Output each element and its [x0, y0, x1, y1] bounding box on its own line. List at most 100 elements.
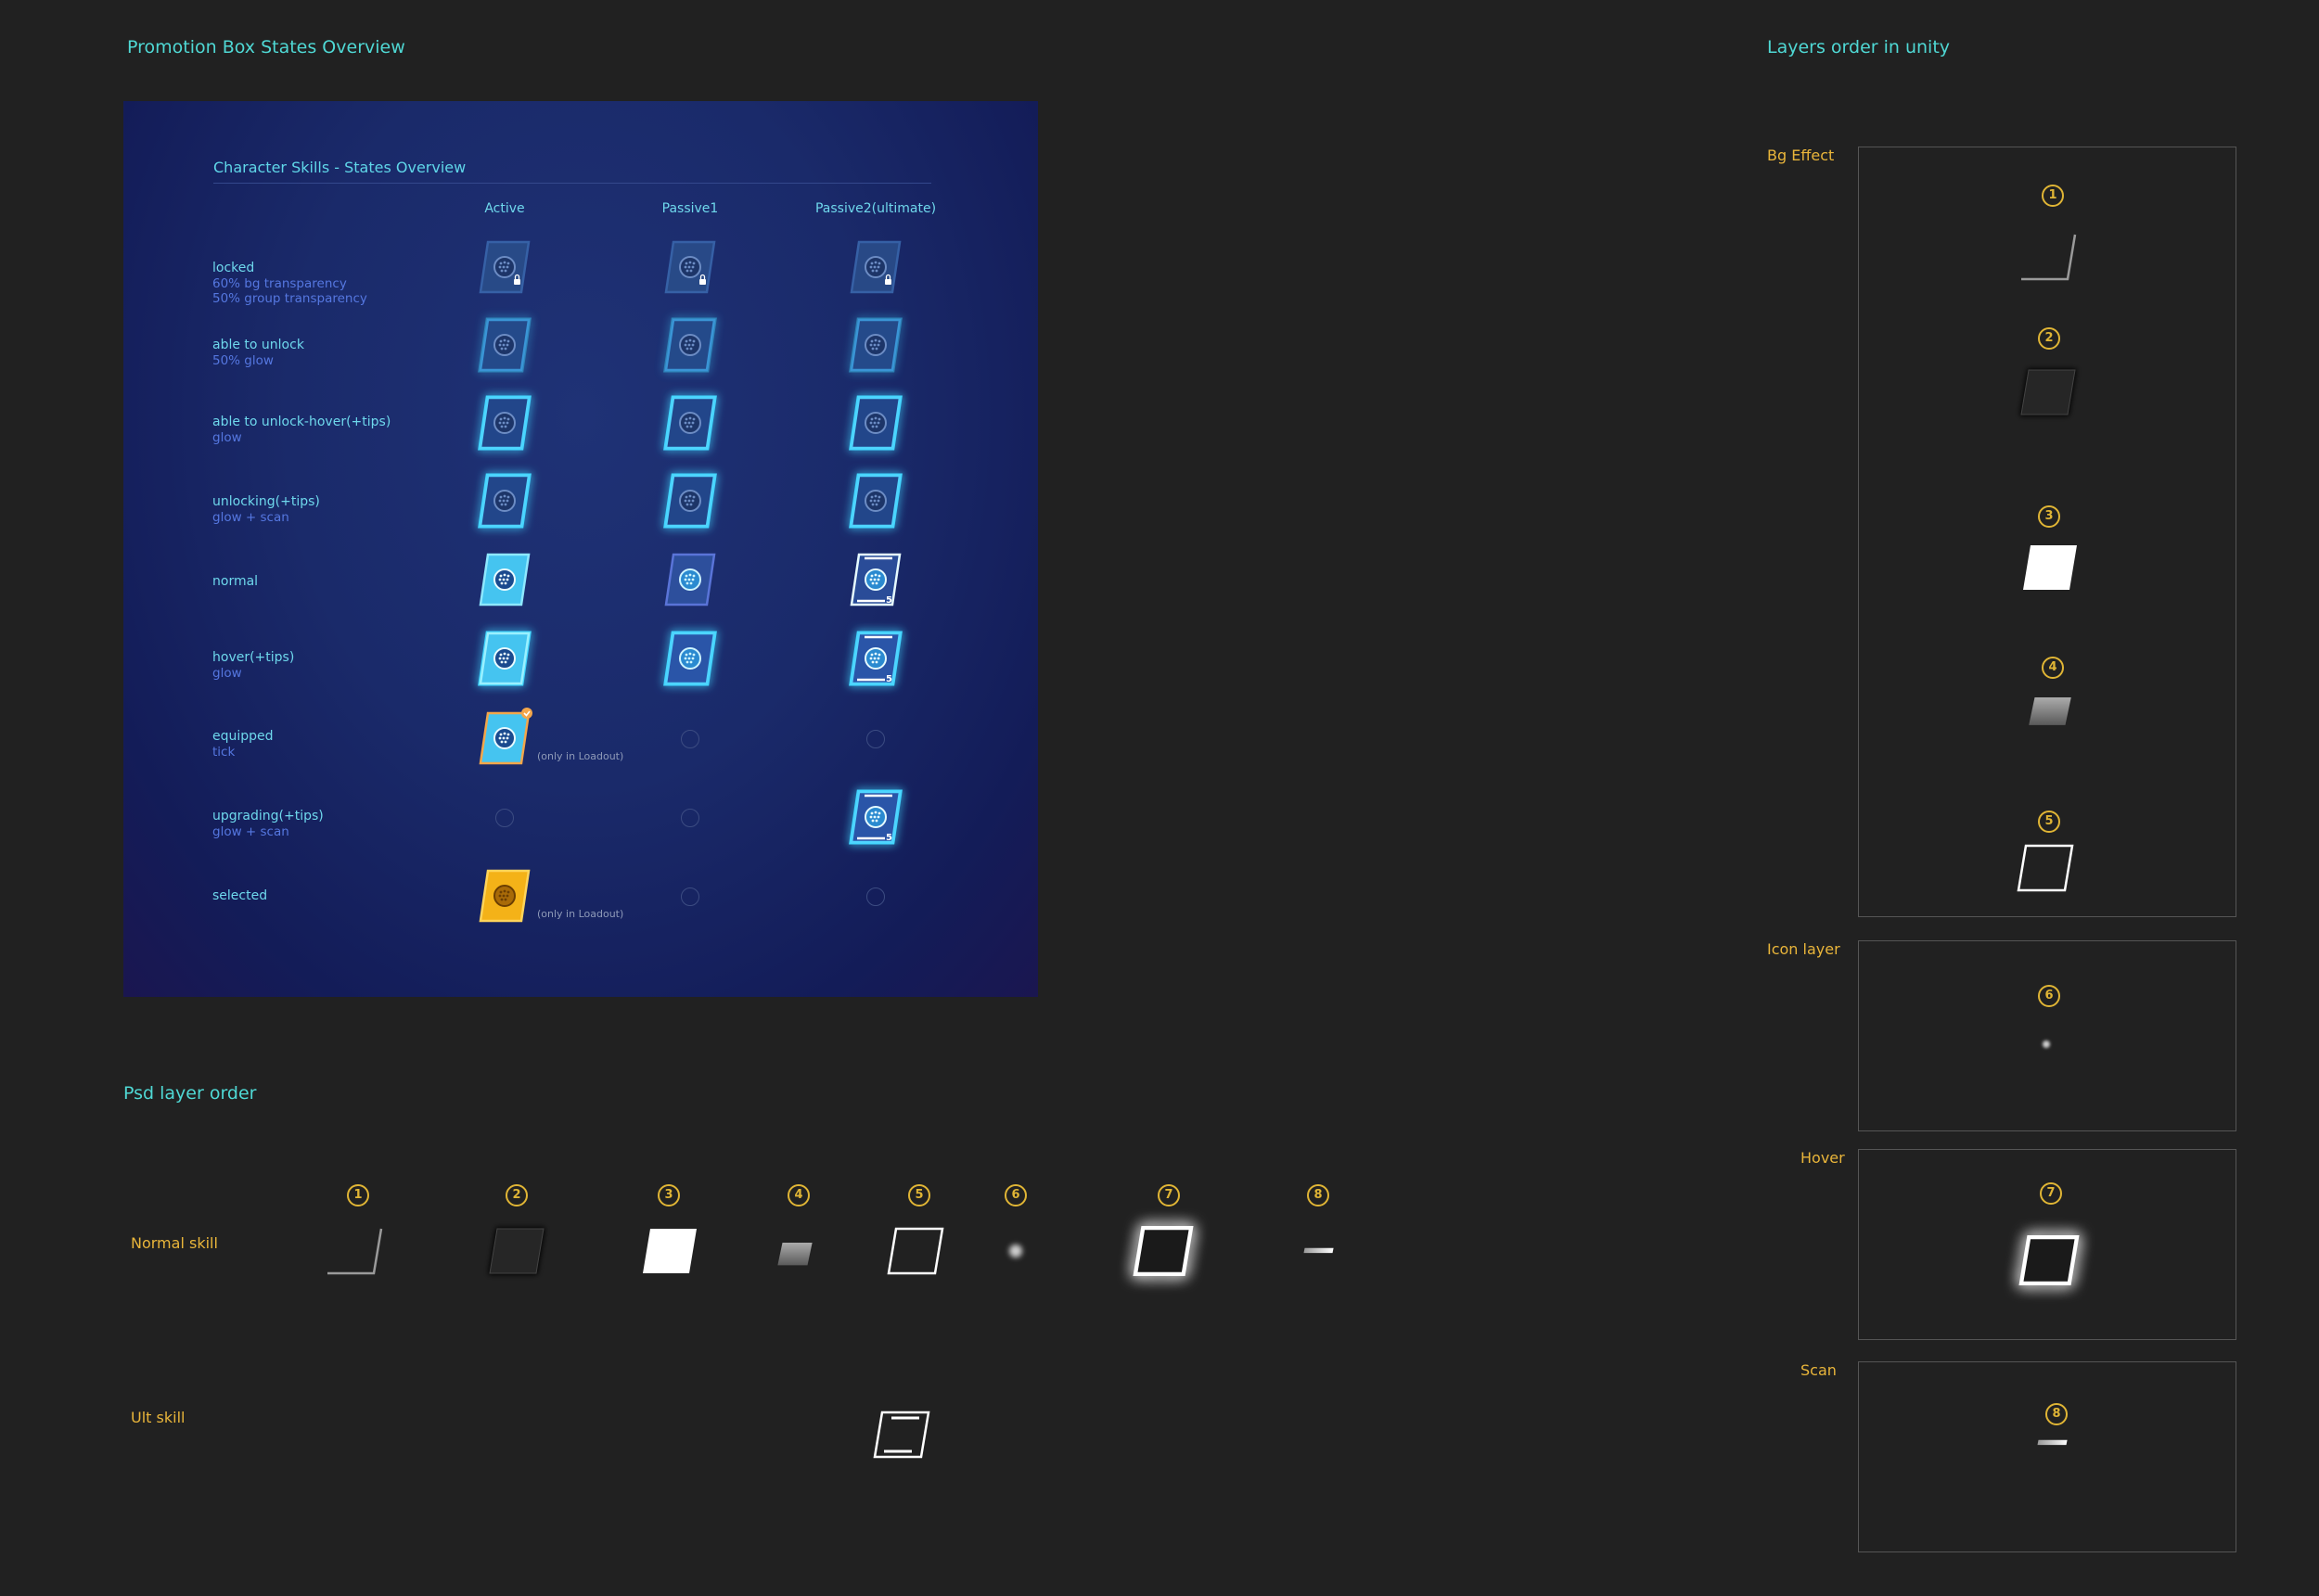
icon-dot	[877, 578, 880, 581]
ult-outline-layer	[873, 1411, 930, 1459]
icon-dot	[870, 811, 874, 815]
icon-dot	[692, 653, 696, 657]
layer-preview-7	[1131, 1225, 1196, 1281]
skill-tile-hover-ult[interactable]: 5	[846, 630, 905, 693]
icon-dot	[877, 421, 880, 425]
ult-skill-label: Ult skill	[131, 1409, 186, 1426]
icon-dot	[687, 499, 691, 503]
skill-tile-unlockable[interactable]	[475, 316, 534, 379]
icon-dot	[691, 657, 695, 660]
skill-tile-normal-passive[interactable]	[660, 551, 720, 614]
icon-dot	[506, 574, 510, 578]
icon-dot	[869, 499, 873, 503]
icon-dot	[503, 889, 506, 893]
lock-icon	[514, 279, 520, 285]
icon-dot	[502, 736, 506, 740]
icon-dot	[874, 494, 878, 498]
icon-dot	[685, 574, 688, 578]
outline-layer	[887, 1227, 944, 1275]
gradient-fill-layer	[777, 1243, 813, 1266]
skill-tile-unlock-hover[interactable]	[660, 394, 720, 457]
skill-tile-normal-active[interactable]	[475, 551, 534, 614]
empty-slot	[681, 730, 699, 748]
icon-dot	[500, 347, 504, 351]
icon-dot	[874, 652, 878, 656]
icon-dot	[869, 265, 873, 269]
icon-dot	[877, 815, 880, 819]
icon-dot	[506, 890, 510, 894]
scan-layer	[1303, 1247, 1334, 1254]
icon-dot	[504, 581, 507, 585]
layer-preview-ult	[869, 1409, 934, 1464]
layer-number-badge: 1	[347, 1184, 369, 1207]
bg-effect-label: Bg Effect	[1767, 147, 1835, 164]
icon-dot	[502, 657, 506, 660]
layer-number-badge: 4	[788, 1184, 810, 1207]
skill-tile-locked[interactable]	[475, 238, 534, 301]
icon-dot	[689, 581, 693, 585]
icon-dot	[687, 265, 691, 269]
states-panel: Character Skills - States Overview Activ…	[123, 101, 1038, 997]
skill-tile-upgrading[interactable]: 5	[846, 788, 905, 851]
skill-tile-unlocking[interactable]	[846, 472, 905, 535]
icon-dot	[498, 657, 502, 660]
layer-preview-4	[767, 1234, 823, 1271]
icon-dot	[687, 343, 691, 347]
icon-dot	[691, 421, 695, 425]
icon-dot	[498, 421, 502, 425]
layer-number-badge: 7	[1158, 1184, 1180, 1207]
skill-tile-normal-ult[interactable]: 5	[846, 551, 905, 614]
icon-dot	[499, 653, 503, 657]
icon-dot	[871, 660, 875, 664]
icon-dot	[874, 261, 878, 264]
icon-dot	[878, 574, 881, 578]
icon-dot	[870, 574, 874, 578]
skill-tile-unlock-hover[interactable]	[846, 394, 905, 457]
white-fill-layer	[643, 1229, 697, 1273]
empty-slot	[681, 809, 699, 827]
skill-tile-selected[interactable]	[475, 867, 534, 930]
skill-tile-locked[interactable]	[660, 238, 720, 301]
icon-dot	[874, 338, 878, 342]
skill-tile-unlock-hover[interactable]	[475, 394, 534, 457]
icon-dot	[684, 421, 687, 425]
layer-number-badge: 6	[1005, 1184, 1027, 1207]
layer-preview-8	[1290, 1237, 1346, 1269]
icon-dot	[506, 653, 510, 657]
icon-dot	[502, 578, 506, 581]
skill-tile-equipped[interactable]	[475, 708, 534, 772]
icon-dot	[689, 660, 693, 664]
scan-box	[1858, 1361, 2236, 1552]
empty-slot	[866, 887, 885, 906]
icon-dot	[499, 574, 503, 578]
icon-dot	[873, 421, 877, 425]
icon-dot	[877, 499, 880, 503]
icon-dot	[499, 733, 503, 736]
icon-dot	[685, 495, 688, 499]
icon-dot	[503, 494, 506, 498]
icon-layer-box	[1858, 940, 2236, 1131]
icon-dot	[878, 653, 881, 657]
icon-dot	[873, 657, 877, 660]
psd-title: Psd layer order	[123, 1083, 257, 1104]
icon-dot	[504, 740, 507, 744]
icon-dot	[500, 425, 504, 428]
layer-number-badge: 5	[908, 1184, 930, 1207]
icon-dot	[878, 417, 881, 421]
skill-tile-unlockable[interactable]	[846, 316, 905, 379]
skill-tile-unlockable[interactable]	[660, 316, 720, 379]
icon-dot	[875, 269, 878, 273]
skill-tile-locked[interactable]	[846, 238, 905, 301]
icon-dot	[684, 657, 687, 660]
hover-fill-layer	[1134, 1227, 1192, 1275]
icon-dot	[869, 657, 873, 660]
skill-tile-hover-passive[interactable]	[660, 630, 720, 693]
bg-stroke-layer	[327, 1228, 383, 1275]
icon-dot	[687, 657, 691, 660]
skill-tile-hover-active[interactable]	[475, 630, 534, 693]
skill-tile-unlocking[interactable]	[660, 472, 720, 535]
icon-dot	[685, 425, 689, 428]
hover-label: Hover	[1800, 1149, 1845, 1167]
layer-number-badge: 2	[506, 1184, 528, 1207]
skill-tile-unlocking[interactable]	[475, 472, 534, 535]
